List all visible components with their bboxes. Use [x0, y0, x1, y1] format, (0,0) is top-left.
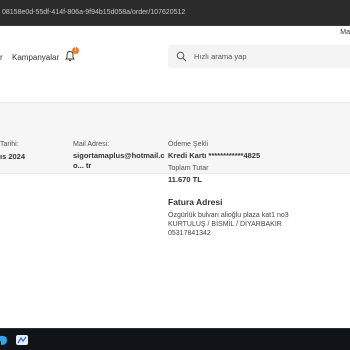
notification-badge: 1	[72, 47, 79, 54]
mail-label: Mail Adresi:	[73, 141, 110, 148]
payment-value: Kredi Kartı ************4825	[168, 151, 261, 160]
billing-phone: 05317841342	[168, 230, 211, 237]
search-icon	[176, 51, 187, 62]
nav-item-partial[interactable]: r	[0, 53, 3, 62]
payment-label: Ödeme Şekli	[168, 141, 209, 148]
total-label: Toplam Tutar	[168, 165, 209, 172]
billing-address-title: Fatura Adresi	[168, 197, 223, 207]
total-value: 11.670 TL	[168, 175, 202, 184]
order-summary: Tarihi: ıs 2024 Mail Adresi: sigortamapl…	[0, 102, 350, 184]
taskbar	[0, 328, 350, 350]
nav-item-campaigns[interactable]: Kampanyalar	[12, 53, 59, 62]
account-menu[interactable]: Ma	[340, 29, 350, 36]
site-header: Ma r Kampanyalar 1	[0, 26, 350, 94]
order-date-value: ıs 2024	[0, 152, 26, 161]
search-input[interactable]	[194, 50, 344, 63]
order-date-label: Tarihi:	[0, 141, 19, 148]
search-box[interactable]	[168, 45, 350, 68]
billing-address-line: KURTULUŞ / BİSMİL / DİYARBAKIR	[168, 221, 282, 228]
edge-icon[interactable]	[0, 333, 8, 347]
page-content: Ma r Kampanyalar 1 Tarihi: ıs 2024 Mail …	[0, 26, 350, 328]
url-text[interactable]: 08158e0d-55df-414f-806a-9f94b15d058a/ord…	[2, 9, 185, 16]
mail-value: sigortamaplus@hotmail.co... tr	[73, 151, 165, 170]
browser-address-bar[interactable]: 08158e0d-55df-414f-806a-9f94b15d058a/ord…	[0, 0, 350, 26]
app-icon[interactable]	[14, 332, 30, 348]
billing-address-line: Özgürlük bulvarı alioğlu plaza kat1 no3	[168, 212, 289, 219]
